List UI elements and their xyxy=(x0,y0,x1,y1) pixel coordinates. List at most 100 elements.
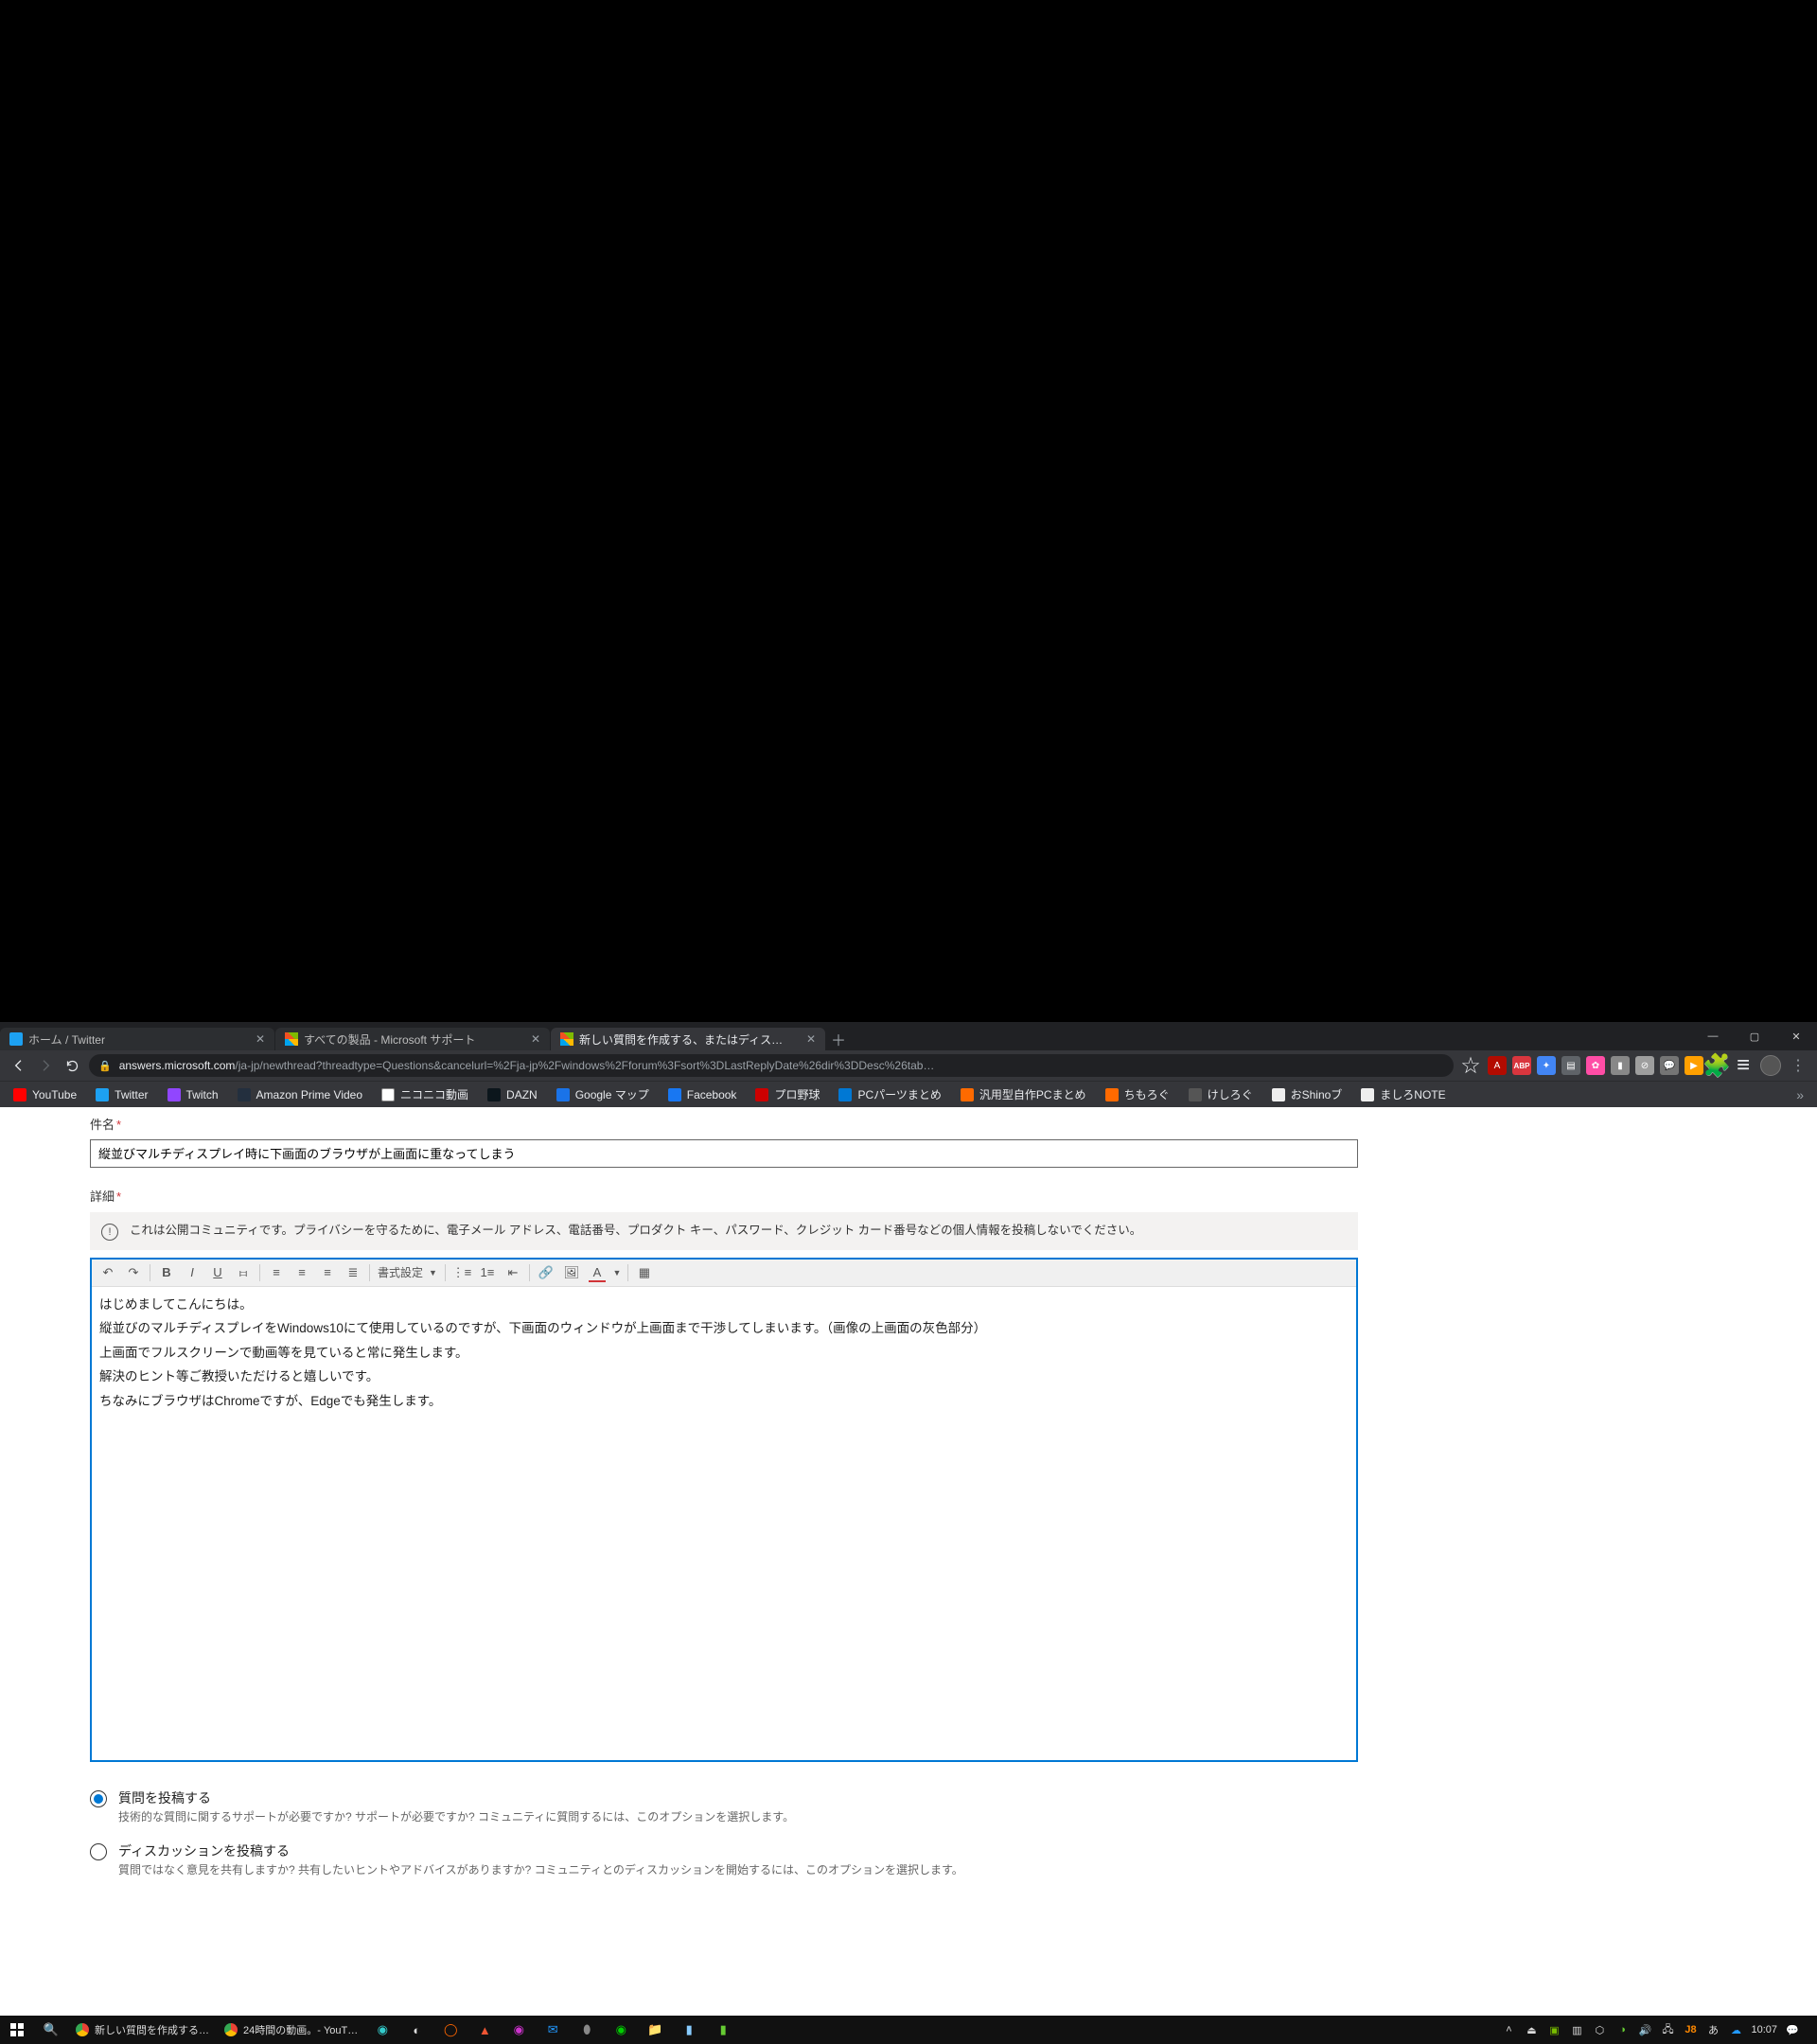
bookmark-facebook[interactable]: Facebook xyxy=(661,1084,745,1105)
undo-button[interactable]: ↶ xyxy=(96,1261,120,1284)
pinned-line-icon[interactable]: ◉ xyxy=(604,2016,638,2044)
close-button[interactable]: ✕ xyxy=(1775,1022,1817,1050)
tab-ms-support[interactable]: すべての製品 - Microsoft サポート ✕ xyxy=(275,1028,550,1050)
bookmark-chimolog[interactable]: ちもろぐ xyxy=(1098,1084,1177,1105)
bookmark-oshino[interactable]: おShinoブ xyxy=(1264,1084,1350,1105)
bullet-list-button[interactable]: ⋮≡ xyxy=(450,1261,474,1284)
taskbar-app-chrome[interactable]: 新しい質問を作成する… xyxy=(68,2016,217,2044)
strike-button[interactable]: ⧦ xyxy=(231,1261,256,1284)
pinned-origin-icon[interactable]: ◯ xyxy=(433,2016,467,2044)
pinned-mail-icon[interactable]: ✉ xyxy=(536,2016,570,2044)
search-button[interactable]: 🔍 xyxy=(34,2016,68,2044)
bookmark-twitch[interactable]: Twitch xyxy=(160,1084,226,1105)
maximize-button[interactable]: ▢ xyxy=(1734,1022,1775,1050)
bookmark-pcparts[interactable]: PCパーツまとめ xyxy=(831,1084,948,1105)
forward-button[interactable] xyxy=(32,1052,59,1079)
required-mark: * xyxy=(116,1118,121,1132)
align-justify-button[interactable]: ≣ xyxy=(341,1261,365,1284)
tab-new-question[interactable]: 新しい質問を作成する、またはディス… ✕ xyxy=(551,1028,825,1050)
pinned-app-icon[interactable]: ▮ xyxy=(706,2016,740,2044)
radio-desc: 技術的な質問に関するサポートが必要ですか? サポートが必要ですか? コミュニティ… xyxy=(118,1808,794,1824)
tray-nvidia-icon[interactable]: ▣ xyxy=(1546,2024,1561,2036)
reload-button[interactable] xyxy=(59,1052,85,1079)
tray-notifications-icon[interactable]: 💬 xyxy=(1785,2024,1800,2036)
outdent-button[interactable]: ⇤ xyxy=(501,1261,525,1284)
tray-ime-mode[interactable]: あ xyxy=(1705,2022,1720,2037)
tray-volume-icon[interactable]: 🔊 xyxy=(1637,2024,1652,2036)
align-right-button[interactable]: ≡ xyxy=(315,1261,340,1284)
tray-app-icon[interactable]: ◑ xyxy=(1614,2024,1630,2035)
pinned-steam-icon[interactable]: ◐ xyxy=(399,2016,433,2044)
abp-extension-icon[interactable]: ABP xyxy=(1512,1056,1531,1075)
image-button[interactable]: 🖼 xyxy=(559,1261,584,1284)
extensions-menu-icon[interactable]: 🧩 xyxy=(1703,1052,1730,1079)
tab-extension-icon[interactable]: ✦ xyxy=(1537,1056,1556,1075)
battery-extension-icon[interactable]: ▮ xyxy=(1611,1056,1630,1075)
bookmark-keshilog[interactable]: けしろぐ xyxy=(1181,1084,1261,1105)
youtube-icon xyxy=(13,1088,26,1101)
pink-extension-icon[interactable]: ✿ xyxy=(1586,1056,1605,1075)
align-center-button[interactable]: ≡ xyxy=(290,1261,314,1284)
bookmark-twitter[interactable]: Twitter xyxy=(88,1084,155,1105)
address-bar[interactable]: 🔒 answers.microsoft.com /ja-jp/newthread… xyxy=(89,1054,1454,1077)
doc-extension-icon[interactable]: ▤ xyxy=(1561,1056,1580,1075)
tray-cloud-icon[interactable]: ☁ xyxy=(1728,2024,1743,2036)
close-icon[interactable]: ✕ xyxy=(254,1032,267,1046)
pinned-app-icon[interactable]: ◉ xyxy=(502,2016,536,2044)
pinned-edge-icon[interactable]: ◉ xyxy=(365,2016,399,2044)
pinned-app-icon[interactable]: ▲ xyxy=(467,2016,502,2044)
bookmark-jisaku[interactable]: 汎用型自作PCまとめ xyxy=(953,1084,1094,1105)
new-tab-button[interactable]: ＋ xyxy=(826,1028,851,1050)
bookmark-baseball[interactable]: プロ野球 xyxy=(748,1084,827,1105)
bookmark-youtube[interactable]: YouTube xyxy=(6,1084,84,1105)
adobe-extension-icon[interactable]: A xyxy=(1488,1056,1507,1075)
tray-usb-icon[interactable]: ⏏ xyxy=(1524,2024,1539,2036)
tray-app-icon[interactable]: ⬡ xyxy=(1592,2024,1607,2036)
tray-clock[interactable]: 10:07 xyxy=(1751,2024,1777,2035)
font-color-button[interactable]: A xyxy=(585,1261,609,1284)
bookmark-star-icon[interactable]: ☆ xyxy=(1457,1052,1484,1079)
underline-button[interactable]: U xyxy=(205,1261,230,1284)
media-extension-icon[interactable]: ▶ xyxy=(1685,1056,1703,1075)
table-button[interactable]: ▦ xyxy=(632,1261,657,1284)
minimize-button[interactable]: — xyxy=(1692,1022,1734,1050)
pinned-app-icon[interactable]: ⬮ xyxy=(570,2016,604,2044)
pinned-explorer-icon[interactable]: 📁 xyxy=(638,2016,672,2044)
subject-input[interactable] xyxy=(90,1139,1358,1168)
format-select[interactable]: 書式設定▼ xyxy=(374,1262,441,1283)
radio-post-question[interactable]: 質問を投稿する 技術的な質問に関するサポートが必要ですか? サポートが必要ですか… xyxy=(90,1788,1358,1824)
stop-extension-icon[interactable]: ⊘ xyxy=(1635,1056,1654,1075)
tab-twitter[interactable]: ホーム / Twitter ✕ xyxy=(0,1028,274,1050)
body-line: はじめましてこんにちは。 xyxy=(99,1293,1349,1317)
close-icon[interactable]: ✕ xyxy=(804,1032,818,1046)
bookmark-mashiro[interactable]: ましろNOTE xyxy=(1353,1084,1453,1105)
pinned-app-icon[interactable]: ▮ xyxy=(672,2016,706,2044)
align-left-button[interactable]: ≡ xyxy=(264,1261,289,1284)
tray-ime-jp-icon[interactable]: J8 xyxy=(1683,2024,1698,2035)
chrome-menu-icon[interactable]: ⋮ xyxy=(1785,1056,1811,1075)
body-line: ちなみにブラウザはChromeですが、Edgeでも発生します。 xyxy=(99,1389,1349,1414)
taskbar-app-chrome-2[interactable]: 24時間の動画。- YouT… xyxy=(217,2016,365,2044)
editor-textarea[interactable]: はじめましてこんにちは。 縦並びのマルチディスプレイをWindows10にて使用… xyxy=(92,1287,1356,1760)
redo-button[interactable]: ↷ xyxy=(121,1261,146,1284)
tray-overflow-icon[interactable]: ˄ xyxy=(1501,2024,1516,2035)
reading-list-icon[interactable]: ≡ xyxy=(1730,1052,1756,1079)
bookmark-niconico[interactable]: ニコニコ動画 xyxy=(374,1084,476,1105)
bookmark-amazon[interactable]: Amazon Prime Video xyxy=(230,1084,371,1105)
radio-post-discussion[interactable]: ディスカッションを投稿する 質問ではなく意見を共有しますか? 共有したいヒントや… xyxy=(90,1841,1358,1877)
font-color-dropdown[interactable]: ▼ xyxy=(610,1261,624,1284)
italic-button[interactable]: I xyxy=(180,1261,204,1284)
bookmark-dazn[interactable]: DAZN xyxy=(480,1084,545,1105)
bold-button[interactable]: B xyxy=(154,1261,179,1284)
link-button[interactable]: 🔗 xyxy=(534,1261,558,1284)
close-icon[interactable]: ✕ xyxy=(529,1032,542,1046)
comment-extension-icon[interactable]: 💬 xyxy=(1660,1056,1679,1075)
bookmark-gmaps[interactable]: Google マップ xyxy=(549,1084,657,1105)
profile-avatar[interactable] xyxy=(1760,1055,1781,1076)
start-button[interactable] xyxy=(0,2016,34,2044)
tray-app-icon[interactable]: ▥ xyxy=(1569,2024,1584,2036)
back-button[interactable] xyxy=(6,1052,32,1079)
tray-network-icon[interactable]: 🖧 xyxy=(1660,2021,1675,2039)
number-list-button[interactable]: 1≡ xyxy=(475,1261,500,1284)
bookmark-overflow-icon[interactable]: » xyxy=(1789,1087,1811,1102)
